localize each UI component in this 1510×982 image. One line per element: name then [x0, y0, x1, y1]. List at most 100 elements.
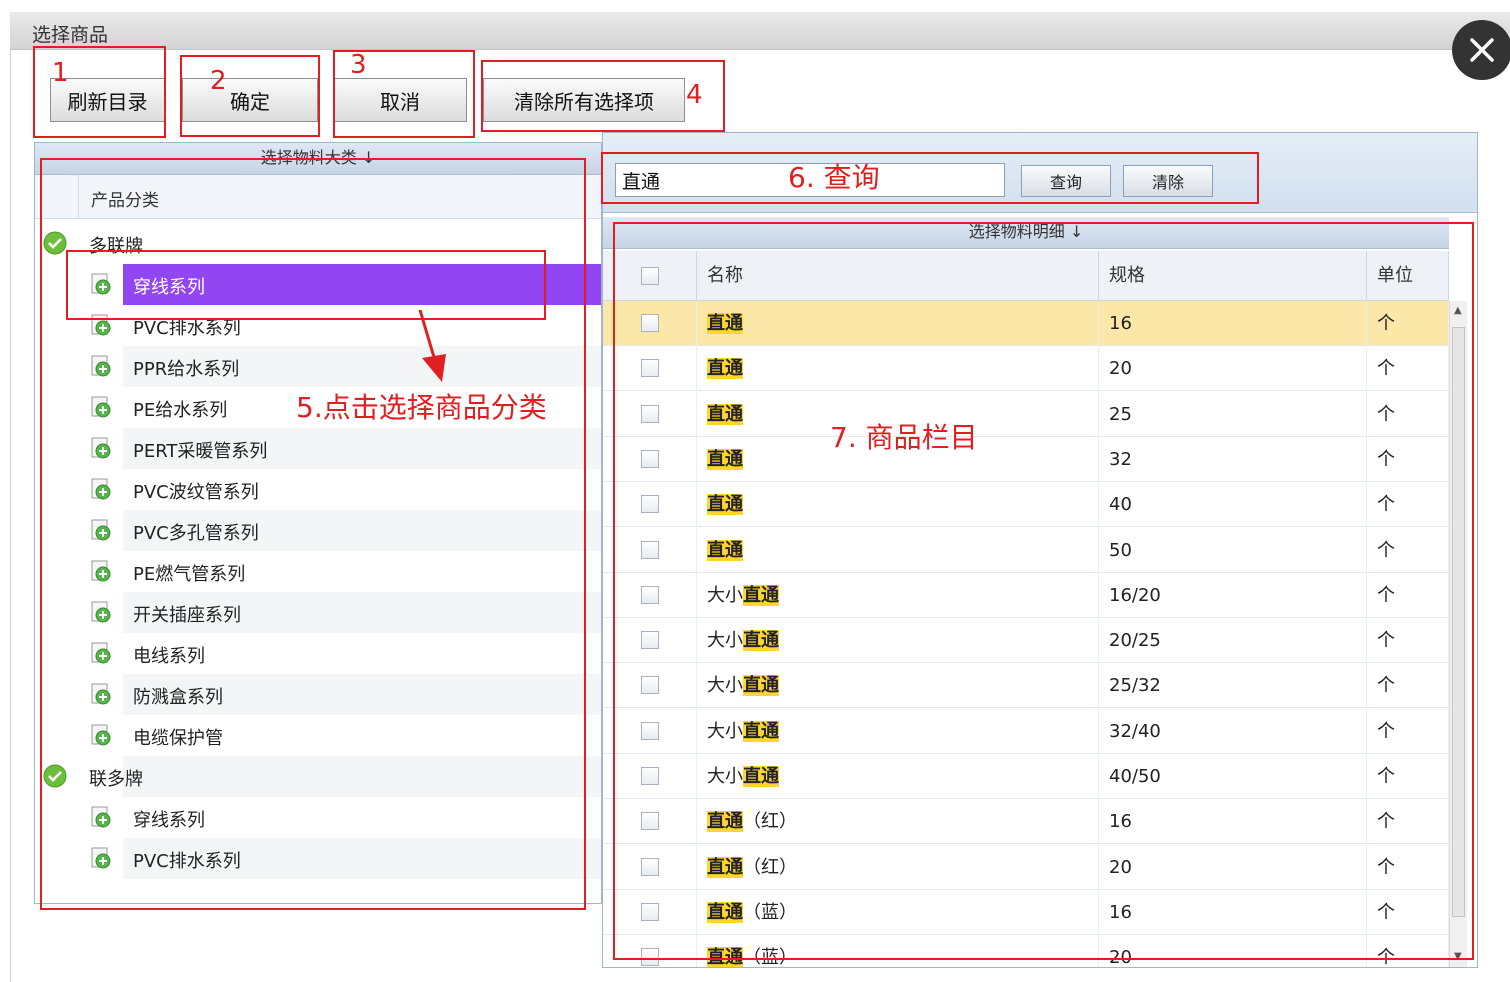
scroll-up-arrow-icon[interactable]: ▲ — [1454, 305, 1462, 316]
row-checkbox[interactable] — [641, 857, 659, 876]
tree-label: 防溅盒系列 — [133, 687, 223, 708]
confirm-button[interactable]: 确定 — [182, 78, 318, 122]
table-row[interactable]: 直通（蓝） 16 个 — [603, 889, 1449, 935]
table-row[interactable]: 直通 40 个 — [603, 482, 1449, 528]
item-name-prefix: 大小 — [707, 630, 743, 652]
column-spec[interactable]: 规格 — [1099, 251, 1367, 301]
item-name-prefix: 大小 — [707, 584, 743, 606]
item-spec-cell: 40 — [1099, 482, 1367, 528]
row-checkbox[interactable] — [641, 495, 659, 514]
tree-item[interactable]: 穿线系列 — [35, 264, 601, 305]
item-spec-cell: 20 — [1099, 935, 1367, 967]
column-unit[interactable]: 单位 — [1367, 251, 1449, 301]
tree-item[interactable]: PE燃气管系列 — [35, 551, 601, 592]
tree-item[interactable]: PVC多孔管系列 — [35, 510, 601, 551]
table-row[interactable]: 大小直通 40/50 个 — [603, 754, 1449, 799]
item-unit-cell: 个 — [1367, 391, 1449, 437]
row-checkbox[interactable] — [641, 676, 659, 695]
table-row[interactable]: 直通 50 个 — [603, 527, 1449, 573]
tree-item[interactable]: PVC排水系列 — [35, 305, 601, 346]
item-name-cell: 大小直通 — [697, 618, 1099, 664]
row-checkbox[interactable] — [641, 767, 659, 785]
item-unit-cell: 个 — [1367, 754, 1449, 799]
checked-circle-icon — [43, 231, 67, 255]
row-checkbox[interactable] — [641, 449, 659, 468]
item-name-suffix: （蓝） — [743, 947, 797, 968]
row-checkbox[interactable] — [641, 948, 659, 967]
scrollbar-thumb[interactable] — [1452, 327, 1465, 917]
tree-item[interactable]: PVC排水系列 — [35, 838, 601, 879]
tree-label: 穿线系列 — [133, 810, 205, 831]
add-document-icon — [89, 559, 113, 583]
table-row[interactable]: 大小直通 32/40 个 — [603, 708, 1449, 754]
tree-label: 电线系列 — [133, 646, 205, 667]
row-select-cell — [603, 436, 697, 482]
tree-item[interactable]: 穿线系列 — [35, 797, 601, 838]
table-row[interactable]: 直通 16 个 — [603, 301, 1449, 346]
item-unit-cell: 个 — [1367, 935, 1449, 967]
tree-item[interactable]: PE给水系列 — [35, 387, 601, 428]
tree-item[interactable]: 电缆保护管 — [35, 715, 601, 756]
item-spec-cell: 20 — [1099, 346, 1367, 392]
table-row[interactable]: 直通 32 个 — [603, 436, 1449, 482]
item-unit-cell: 个 — [1367, 572, 1449, 618]
tree-item[interactable]: PERT采暖管系列 — [35, 428, 601, 469]
item-grid-scrollbar[interactable]: ▲ ▼ — [1449, 301, 1467, 967]
search-input[interactable] — [615, 163, 1005, 197]
row-checkbox[interactable] — [641, 404, 659, 423]
item-spec-cell: 20/25 — [1099, 618, 1367, 664]
table-row[interactable]: 大小直通 16/20 个 — [603, 572, 1449, 618]
item-name-cell: 直通 — [697, 436, 1099, 482]
table-row[interactable]: 直通（红） 16 个 — [603, 799, 1449, 845]
row-select-cell — [603, 618, 697, 664]
tree-item[interactable]: 开关插座系列 — [35, 592, 601, 633]
refresh-catalog-button[interactable]: 刷新目录 — [50, 78, 165, 122]
scroll-down-arrow-icon[interactable]: ▼ — [1454, 951, 1462, 962]
dialog-titlebar: 选择商品 — [10, 12, 1510, 50]
table-row[interactable]: 直通（蓝） 20 个 — [603, 935, 1449, 968]
clear-search-button[interactable]: 清除 — [1123, 165, 1213, 197]
item-unit-cell: 个 — [1367, 663, 1449, 709]
tree-group[interactable]: 多联牌 — [35, 223, 601, 264]
table-row[interactable]: 直通（红） 20 个 — [603, 844, 1449, 890]
item-spec-cell: 20 — [1099, 844, 1367, 890]
tree-item[interactable]: 防溅盒系列 — [35, 674, 601, 715]
row-select-cell — [603, 346, 697, 392]
row-select-cell — [603, 572, 697, 618]
table-row[interactable]: 大小直通 20/25 个 — [603, 618, 1449, 664]
tree-item[interactable]: 电线系列 — [35, 633, 601, 674]
table-row[interactable]: 直通 25 个 — [603, 391, 1449, 437]
row-checkbox[interactable] — [641, 721, 659, 740]
tree-label: 电缆保护管 — [133, 728, 223, 749]
table-row[interactable]: 大小直通 25/32 个 — [603, 663, 1449, 709]
row-checkbox[interactable] — [641, 631, 659, 650]
row-select-cell — [603, 799, 697, 845]
row-checkbox[interactable] — [641, 359, 659, 378]
row-checkbox[interactable] — [641, 314, 659, 332]
annotation-arrow-icon — [418, 309, 446, 382]
row-checkbox[interactable] — [641, 585, 659, 604]
tree-item[interactable]: PVC波纹管系列 — [35, 469, 601, 510]
item-spec-cell: 16 — [1099, 889, 1367, 935]
item-name-cell: 直通 — [697, 527, 1099, 573]
tree-label: 开关插座系列 — [133, 605, 241, 626]
clear-all-selections-button[interactable]: 清除所有选择项 — [483, 78, 685, 122]
item-unit-cell: 个 — [1367, 618, 1449, 664]
tree-label: PVC多孔管系列 — [133, 523, 259, 544]
row-checkbox[interactable] — [641, 812, 659, 831]
row-checkbox[interactable] — [641, 540, 659, 559]
item-name-prefix: 大小 — [707, 766, 743, 787]
cancel-button[interactable]: 取消 — [333, 78, 467, 122]
tree-item[interactable]: PPR给水系列 — [35, 346, 601, 387]
search-match-highlight: 直通 — [707, 539, 743, 561]
close-button[interactable] — [1452, 20, 1510, 80]
select-all-checkbox[interactable] — [641, 267, 659, 285]
tree-label: 联多牌 — [89, 769, 143, 790]
tree-group[interactable]: 联多牌 — [35, 756, 601, 797]
row-checkbox[interactable] — [641, 902, 659, 921]
add-document-icon — [89, 600, 113, 624]
table-row[interactable]: 直通 20 个 — [603, 346, 1449, 392]
query-button[interactable]: 查询 — [1021, 165, 1111, 197]
column-name[interactable]: 名称 — [697, 251, 1099, 301]
item-name-cell: 直通 — [697, 391, 1099, 437]
